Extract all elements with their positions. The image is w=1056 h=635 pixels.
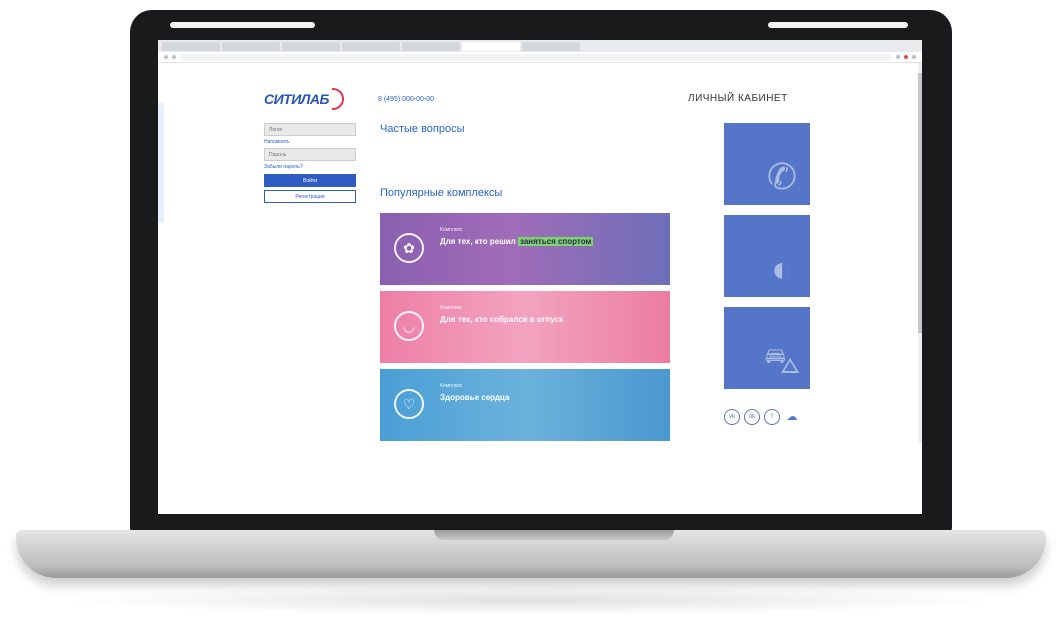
password-input[interactable] <box>264 148 356 161</box>
banner-title: Для тех, кто решил заняться спортом <box>440 237 594 246</box>
banner-title-text: Для тех, кто решил <box>440 237 518 246</box>
forward-icon[interactable] <box>172 55 176 59</box>
browser-tab-active[interactable] <box>462 41 520 51</box>
banner-category: Комплекс <box>440 227 463 233</box>
back-icon[interactable] <box>164 55 168 59</box>
banner-vacation[interactable]: ◡ Комплекс Для тех, кто собрался в отпус… <box>380 291 670 363</box>
banner-title-text: Здоровье сердца <box>440 393 510 402</box>
login-input[interactable] <box>264 123 356 136</box>
social-links: vk ok f ☁ <box>724 409 800 425</box>
login-form: Напомнить Забыли пароль? Войти Регистрац… <box>264 123 356 203</box>
laptop-base <box>16 530 1046 578</box>
browser-tab[interactable] <box>522 41 580 51</box>
banner-heart[interactable]: ♡ Комплекс Здоровье сердца <box>380 369 670 441</box>
laptop-notch <box>434 530 674 540</box>
browser-tab[interactable] <box>342 41 400 51</box>
personal-cabinet-link[interactable]: ЛИЧНЫЙ КАБИНЕТ <box>688 93 788 104</box>
browser-tab[interactable] <box>402 41 460 51</box>
url-input[interactable] <box>180 53 892 61</box>
heart-icon: ♡ <box>394 389 424 419</box>
laptop-screen: СИТИЛАБ 8 (495) 000-00-00 ЛИЧНЫЙ КАБИНЕТ… <box>158 40 922 514</box>
vk-icon[interactable]: vk <box>724 409 740 425</box>
flower-icon: ✿ <box>394 233 424 263</box>
banner-category: Комплекс <box>440 305 463 311</box>
browser-tab[interactable] <box>282 41 340 51</box>
phone-link[interactable]: 8 (495) 000-00-00 <box>378 96 434 103</box>
forgot-password-link[interactable]: Забыли пароль? <box>264 164 356 170</box>
lid-glint-right <box>768 22 908 28</box>
forgot-login-link[interactable]: Напомнить <box>264 139 356 145</box>
browser-tab[interactable] <box>162 41 220 51</box>
cloud-icon[interactable]: ☁ <box>784 409 800 425</box>
browser-address-bar <box>158 52 922 63</box>
web-page: СИТИЛАБ 8 (495) 000-00-00 ЛИЧНЫЙ КАБИНЕТ… <box>158 63 922 514</box>
service-card[interactable]: ✆ <box>724 123 810 205</box>
laptop-mockup: СИТИЛАБ 8 (495) 000-00-00 ЛИЧНЫЙ КАБИНЕТ… <box>0 0 1056 635</box>
odnoklassniki-icon[interactable]: ok <box>744 409 760 425</box>
banner-title: Здоровье сердца <box>440 393 509 402</box>
site-logo[interactable]: СИТИЛАБ <box>264 85 354 113</box>
logo-mark-icon <box>331 88 344 110</box>
browser-tab[interactable] <box>222 41 280 51</box>
logo-text: СИТИЛАБ <box>264 91 329 107</box>
banner-title: Для тех, кто собрался в отпуск <box>440 315 563 324</box>
scrollbar-thumb[interactable] <box>918 73 922 333</box>
faq-title: Частые вопросы <box>380 123 465 135</box>
lips-icon: ◡ <box>394 311 424 341</box>
menu-icon[interactable] <box>912 55 916 59</box>
banner-title-text: Для тех, кто собрался в отпуск <box>440 315 563 324</box>
scrollbar[interactable] <box>918 63 922 443</box>
banner-sport[interactable]: ✿ Комплекс Для тех, кто решил заняться с… <box>380 213 670 285</box>
register-button[interactable]: Регистрация <box>264 190 356 203</box>
faq-list <box>380 149 680 153</box>
left-accent-strip <box>158 103 164 223</box>
banner-category: Комплекс <box>440 383 463 389</box>
facebook-icon[interactable]: f <box>764 409 780 425</box>
laptop-shadow <box>60 585 1000 615</box>
service-card[interactable]: ⛍ <box>724 307 810 389</box>
car-icon: ⛍ <box>763 340 801 381</box>
extension-icon[interactable] <box>904 55 908 59</box>
banner-text <box>440 407 640 419</box>
banner-text <box>440 251 640 263</box>
browser-tabbar <box>158 40 922 52</box>
banner-title-highlight: заняться спортом <box>517 237 594 246</box>
login-button[interactable]: Войти <box>264 174 356 187</box>
popular-title: Популярные комплексы <box>380 187 503 199</box>
lid-glint-left <box>170 22 315 28</box>
clock-icon: ◐ <box>771 248 793 289</box>
banner-text <box>440 329 640 341</box>
extension-icon[interactable] <box>896 55 900 59</box>
phone-icon: ✆ <box>766 156 798 197</box>
service-card[interactable]: ◐ <box>724 215 810 297</box>
